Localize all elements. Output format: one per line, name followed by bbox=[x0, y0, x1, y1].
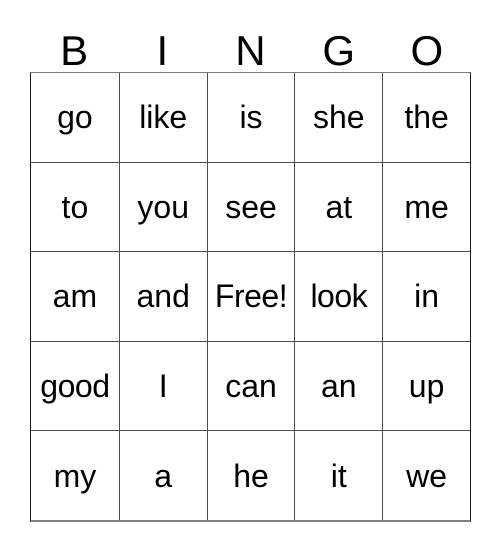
bingo-cell-word: she bbox=[312, 99, 365, 136]
bingo-cell[interactable]: the bbox=[382, 73, 470, 162]
bingo-cell[interactable]: and bbox=[118, 252, 207, 341]
bingo-header-column-b: B bbox=[30, 22, 118, 72]
bingo-cell-word: in bbox=[414, 278, 440, 315]
bingo-row: to you see at me bbox=[31, 161, 470, 252]
bingo-row: my a he it we bbox=[31, 430, 470, 520]
bingo-cell-word: at bbox=[325, 188, 353, 225]
bingo-cell[interactable]: an bbox=[294, 341, 382, 431]
bingo-header-row: B I N G O bbox=[30, 22, 471, 72]
bingo-free-space-label: Free! bbox=[214, 278, 288, 315]
bingo-cell-word: go bbox=[57, 99, 93, 136]
bingo-header-letter: N bbox=[235, 27, 266, 74]
bingo-row: go like is she the bbox=[31, 73, 470, 162]
bingo-cell[interactable]: he bbox=[206, 431, 295, 520]
bingo-cell[interactable]: I bbox=[118, 341, 207, 431]
bingo-cell[interactable]: up bbox=[382, 341, 470, 431]
bingo-cell-word: like bbox=[139, 99, 188, 136]
bingo-header-letter: I bbox=[156, 27, 169, 74]
bingo-cell-word: and bbox=[136, 278, 190, 315]
bingo-cell[interactable]: to bbox=[31, 163, 119, 252]
bingo-cell[interactable]: is bbox=[206, 73, 295, 162]
bingo-cell[interactable]: at bbox=[294, 162, 382, 252]
bingo-cell[interactable]: she bbox=[294, 73, 382, 162]
bingo-cell-word: see bbox=[225, 188, 277, 225]
bingo-cell[interactable]: go bbox=[31, 73, 119, 162]
bingo-cell[interactable]: it bbox=[294, 431, 382, 520]
bingo-cell[interactable]: my bbox=[31, 431, 119, 520]
bingo-cell-word: good bbox=[40, 368, 110, 405]
bingo-grid: go like is she the to you see at me am a… bbox=[30, 72, 471, 522]
bingo-cell-word: me bbox=[404, 188, 449, 225]
bingo-cell-word: the bbox=[404, 99, 449, 136]
bingo-cell[interactable]: am bbox=[31, 252, 119, 341]
bingo-cell-word: is bbox=[239, 99, 263, 136]
bingo-cell[interactable]: a bbox=[118, 431, 207, 520]
bingo-cell-word: it bbox=[330, 457, 347, 494]
bingo-cell-word: am bbox=[52, 278, 98, 315]
bingo-header-letter: G bbox=[322, 27, 355, 74]
bingo-free-space-cell[interactable]: Free! bbox=[206, 252, 295, 341]
bingo-cell-word: a bbox=[154, 457, 173, 494]
bingo-cell-word: to bbox=[61, 188, 89, 225]
bingo-cell[interactable]: good bbox=[31, 342, 119, 431]
bingo-cell-word: can bbox=[225, 368, 277, 405]
bingo-row: am and Free! look in bbox=[31, 251, 470, 341]
bingo-cell[interactable]: you bbox=[118, 162, 207, 252]
bingo-cell[interactable]: like bbox=[118, 73, 207, 162]
bingo-cell-word: up bbox=[408, 368, 445, 405]
bingo-header-letter: O bbox=[410, 27, 444, 74]
bingo-cell-word: my bbox=[53, 457, 97, 494]
bingo-cell[interactable]: in bbox=[382, 252, 470, 341]
bingo-cell-word: look bbox=[310, 278, 368, 315]
bingo-cell[interactable]: look bbox=[294, 252, 382, 341]
bingo-header-column-i: I bbox=[118, 22, 206, 72]
bingo-header-column-g: G bbox=[295, 22, 383, 72]
bingo-header-column-o: O bbox=[383, 22, 471, 72]
bingo-cell-word: we bbox=[406, 457, 448, 494]
bingo-cell[interactable]: we bbox=[382, 431, 470, 520]
bingo-cell-word: I bbox=[158, 368, 168, 405]
bingo-cell-word: an bbox=[320, 368, 357, 405]
bingo-cell[interactable]: see bbox=[206, 162, 295, 252]
bingo-cell-word: he bbox=[233, 457, 269, 494]
bingo-header-letter: B bbox=[60, 27, 89, 74]
bingo-cell[interactable]: can bbox=[206, 341, 295, 431]
bingo-card: B I N G O go like is she the to you see … bbox=[30, 22, 471, 522]
bingo-cell-word: you bbox=[137, 188, 189, 225]
bingo-header-column-n: N bbox=[206, 22, 294, 72]
bingo-row: good I can an up bbox=[31, 340, 470, 431]
bingo-cell[interactable]: me bbox=[382, 162, 470, 252]
